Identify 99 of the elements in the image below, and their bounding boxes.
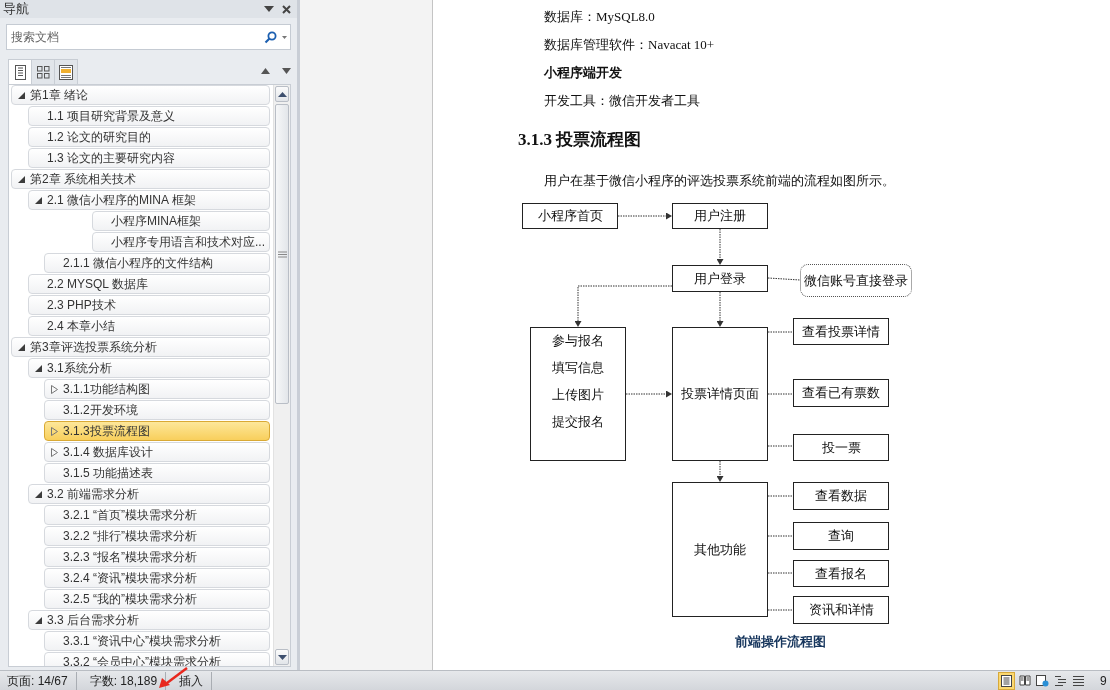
connector-line bbox=[767, 495, 794, 497]
scroll-up-button[interactable] bbox=[275, 86, 289, 102]
connector-line bbox=[767, 609, 794, 611]
outline-item[interactable]: 3.1.4 数据库设计 bbox=[44, 442, 270, 462]
flow-node: 查询 bbox=[793, 522, 889, 550]
flow-node: 投一票 bbox=[793, 434, 889, 461]
expanded-icon[interactable] bbox=[18, 175, 25, 183]
outline-item[interactable]: 1.1 项目研究背景及意义 bbox=[28, 106, 270, 126]
outline-item[interactable]: 3.1系统分析 bbox=[28, 358, 270, 378]
down-arrow-icon bbox=[277, 654, 287, 660]
collapsed-icon[interactable] bbox=[51, 447, 58, 457]
expanded-icon[interactable] bbox=[35, 490, 42, 498]
thumbnails-icon bbox=[36, 65, 50, 79]
flow-node: 查看数据 bbox=[793, 482, 889, 510]
connector-arrow bbox=[617, 212, 672, 220]
connector-line bbox=[767, 277, 801, 281]
expanded-icon[interactable] bbox=[18, 343, 25, 351]
status-item[interactable]: 页面: 14/67 bbox=[7, 671, 68, 690]
connector-line bbox=[767, 445, 794, 447]
flow-node: 其他功能 bbox=[672, 482, 768, 617]
search-icon[interactable] bbox=[264, 31, 277, 44]
connector-line bbox=[767, 331, 794, 333]
flow-node: 小程序首页 bbox=[522, 203, 618, 229]
status-item[interactable]: 字数: 18,189 bbox=[89, 671, 158, 690]
figure-caption: 前端操作流程图 bbox=[735, 635, 827, 649]
flow-text: 参与报名 bbox=[552, 332, 604, 350]
caret-icon[interactable] bbox=[282, 36, 287, 39]
outline-item[interactable]: 小程序MINA框架 bbox=[92, 211, 270, 231]
scroll-down-button[interactable] bbox=[275, 649, 289, 665]
outline-item[interactable]: 1.2 论文的研究目的 bbox=[28, 127, 270, 147]
outline-item[interactable]: 3.1.3投票流程图 bbox=[44, 421, 270, 441]
flow-node: 查看投票详情 bbox=[793, 318, 889, 345]
collapsed-icon[interactable] bbox=[51, 384, 58, 394]
paragraph: 数据库：MySQL8.0 bbox=[544, 8, 656, 26]
outline-item[interactable]: 第2章 系统相关技术 bbox=[11, 169, 270, 189]
outline-item[interactable]: 2.3 PHP技术 bbox=[28, 295, 270, 315]
flow-text: 填写信息 bbox=[552, 359, 604, 377]
outline-item[interactable]: 2.2 MYSQL 数据库 bbox=[28, 274, 270, 294]
outline-item[interactable]: 2.4 本章小结 bbox=[28, 316, 270, 336]
zoom-level[interactable]: 9 bbox=[1100, 673, 1110, 688]
view-tab[interactable] bbox=[54, 59, 78, 84]
outline-item[interactable]: 3.2.3 “报名”模块需求分析 bbox=[44, 547, 270, 567]
outline-item[interactable]: 3.1.5 功能描述表 bbox=[44, 463, 270, 483]
flow-text: 上传图片 bbox=[552, 386, 604, 404]
scrollbar[interactable] bbox=[273, 85, 290, 666]
outline-item[interactable]: 3.2.4 “资讯”模块需求分析 bbox=[44, 568, 270, 588]
connector-line bbox=[767, 572, 794, 574]
flow-node: 投票详情页面 bbox=[672, 327, 768, 461]
paragraph: 数据库管理软件：Navacat 10+ bbox=[544, 36, 716, 54]
scroll-thumb[interactable] bbox=[275, 104, 289, 404]
outline-item[interactable]: 2.1.1 微信小程序的文件结构 bbox=[44, 253, 270, 273]
flow-node: 查看报名 bbox=[793, 560, 889, 587]
section-heading: 3.1.3 投票流程图 bbox=[518, 129, 643, 151]
connector-arrow bbox=[625, 390, 672, 398]
dropdown-icon[interactable] bbox=[264, 6, 274, 12]
document-lines-icon bbox=[14, 64, 26, 80]
status-item[interactable]: 插入 bbox=[179, 671, 204, 690]
expanded-icon[interactable] bbox=[35, 364, 42, 372]
outline-item[interactable]: 3.1.1功能结构图 bbox=[44, 379, 270, 399]
paragraph: 开发工具：微信开发者工具 bbox=[544, 92, 701, 110]
paragraph: 小程序端开发 bbox=[544, 64, 623, 82]
expanded-icon[interactable] bbox=[35, 196, 42, 204]
outline-item[interactable]: 2.1 微信小程序的MINA 框架 bbox=[28, 190, 270, 210]
results-icon bbox=[59, 64, 73, 80]
outline-item[interactable]: 3.2.1 “首页”模块需求分析 bbox=[44, 505, 270, 525]
outline-item[interactable]: 3.1.2开发环境 bbox=[44, 400, 270, 420]
up-arrow-icon bbox=[277, 91, 287, 97]
outline-item[interactable]: 1.3 论文的主要研究内容 bbox=[28, 148, 270, 168]
outline-item[interactable]: 第1章 绪论 bbox=[11, 85, 270, 105]
pane-title: 导航 bbox=[3, 0, 30, 18]
outline-item[interactable]: 小程序专用语言和技术对应... bbox=[92, 232, 270, 252]
outline-item[interactable]: 3.3.1 “资讯中心”模块需求分析 bbox=[44, 631, 270, 651]
view-button[interactable] bbox=[998, 671, 1015, 690]
outline-item[interactable]: 3.3 后台需求分析 bbox=[28, 610, 270, 630]
connector-arrow bbox=[716, 460, 724, 482]
flow-node: 资讯和详情 bbox=[793, 596, 889, 624]
connector-line bbox=[767, 393, 794, 395]
paragraph: 用户在基于微信小程序的评选投票系统前端的流程如图所示。 bbox=[544, 172, 896, 190]
next-heading-icon[interactable] bbox=[282, 68, 291, 74]
outline-item[interactable]: 3.2.2 “排行”模块需求分析 bbox=[44, 526, 270, 546]
view-tab[interactable] bbox=[31, 59, 55, 84]
outline-item[interactable]: 第3章评选投票系统分析 bbox=[11, 337, 270, 357]
close-icon[interactable] bbox=[282, 4, 291, 14]
connector-arrow bbox=[716, 291, 724, 327]
flow-callout: 微信账号直接登录 bbox=[800, 264, 912, 297]
outline-item[interactable]: 3.2.5 “我的”模块需求分析 bbox=[44, 589, 270, 609]
outline-item[interactable]: 3.2 前端需求分析 bbox=[28, 484, 270, 504]
collapsed-icon[interactable] bbox=[51, 426, 58, 436]
flow-text: 提交报名 bbox=[552, 413, 604, 431]
flow-node: 用户登录 bbox=[672, 265, 768, 292]
view-tab[interactable] bbox=[8, 59, 32, 84]
search-field[interactable]: 搜索文档 bbox=[6, 24, 291, 50]
previous-heading-icon[interactable] bbox=[261, 68, 270, 74]
connector-arrow bbox=[716, 228, 724, 265]
expanded-icon[interactable] bbox=[35, 616, 42, 624]
flow-node: 用户注册 bbox=[672, 203, 768, 229]
flow-node: 查看已有票数 bbox=[793, 379, 889, 407]
expanded-icon[interactable] bbox=[18, 91, 25, 99]
connector-line bbox=[767, 535, 794, 537]
